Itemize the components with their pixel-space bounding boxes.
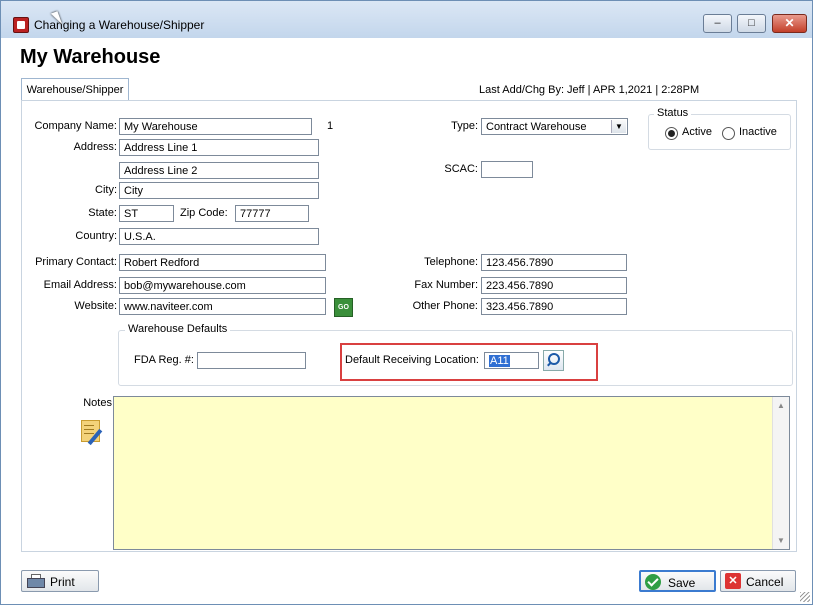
website-field[interactable]: www.naviteer.com <box>119 298 326 315</box>
other-phone-field[interactable]: 323.456.7890 <box>481 298 627 315</box>
notes-textarea[interactable]: ▲ ▼ <box>113 396 790 550</box>
status-group-title: Status <box>654 107 692 119</box>
resize-grip-icon[interactable] <box>800 592 810 602</box>
notes-paper-line <box>84 429 94 430</box>
state-label: State: <box>88 207 117 219</box>
minimize-icon: – <box>714 17 721 29</box>
chevron-down-icon: ▼ <box>611 120 626 133</box>
close-button[interactable]: ✕ <box>772 14 807 33</box>
print-button[interactable]: Print <box>21 570 99 592</box>
address-line2-field[interactable]: Address Line 2 <box>119 162 319 179</box>
scroll-down-icon[interactable]: ▼ <box>773 536 789 545</box>
company-name-field[interactable]: My Warehouse <box>119 118 312 135</box>
page-title: My Warehouse <box>20 46 161 68</box>
other-phone-label: Other Phone: <box>412 300 478 312</box>
website-label: Website: <box>74 300 117 312</box>
title-bar[interactable]: Changing a Warehouse/Shipper – □ ✕ <box>1 1 812 38</box>
telephone-field[interactable]: 123.456.7890 <box>481 254 627 271</box>
checkmark-icon <box>645 574 661 590</box>
city-field[interactable]: City <box>119 182 319 199</box>
scac-field[interactable] <box>481 161 533 178</box>
fda-reg-field[interactable] <box>197 352 306 369</box>
notes-scrollbar[interactable]: ▲ ▼ <box>772 397 789 549</box>
email-field[interactable]: bob@mywarehouse.com <box>119 277 326 294</box>
type-label: Type: <box>451 120 478 132</box>
maximize-button[interactable]: □ <box>737 14 766 33</box>
type-select-value: Contract Warehouse <box>486 121 587 133</box>
cancel-button[interactable]: ✕ Cancel <box>720 570 796 592</box>
country-field[interactable]: U.S.A. <box>119 228 319 245</box>
address-label: Address: <box>73 141 117 153</box>
zip-field[interactable]: 77777 <box>235 205 309 222</box>
company-name-label: Company Name: <box>34 120 117 132</box>
notes-paper-line <box>84 433 94 434</box>
notes-paper-line <box>84 425 94 426</box>
cancel-button-label: Cancel <box>746 575 784 589</box>
go-website-button[interactable]: GO <box>334 298 353 317</box>
save-button[interactable]: Save <box>639 570 716 592</box>
scac-label: SCAC: <box>444 163 478 175</box>
city-label: City: <box>95 184 117 196</box>
state-field[interactable]: ST <box>119 205 174 222</box>
app-icon <box>13 17 29 33</box>
last-change-info: Last Add/Chg By: Jeff | APR 1,2021 | 2:2… <box>479 84 700 96</box>
cancel-x-icon: ✕ <box>725 573 741 589</box>
zip-label: Zip Code: <box>180 207 228 219</box>
print-button-label: Print <box>50 575 75 589</box>
primary-contact-field[interactable]: Robert Redford <box>119 254 326 271</box>
maximize-icon: □ <box>748 17 755 29</box>
country-label: Country: <box>75 230 117 242</box>
email-label: Email Address: <box>43 279 117 291</box>
status-inactive-radio[interactable] <box>722 127 735 140</box>
status-inactive-label: Inactive <box>739 126 777 138</box>
highlight-annotation <box>340 343 598 381</box>
status-active-label: Active <box>682 126 712 138</box>
telephone-label: Telephone: <box>424 256 478 268</box>
warehouse-defaults-title: Warehouse Defaults <box>125 323 231 335</box>
close-icon: ✕ <box>784 16 795 30</box>
address-line1-field[interactable]: Address Line 1 <box>119 139 319 156</box>
printer-icon <box>27 574 45 588</box>
fax-field[interactable]: 223.456.7890 <box>481 277 627 294</box>
fax-label: Fax Number: <box>414 279 478 291</box>
scroll-up-icon[interactable]: ▲ <box>773 401 789 410</box>
notes-edit-icon[interactable] <box>81 420 105 446</box>
status-active-radio[interactable] <box>665 127 678 140</box>
minimize-button[interactable]: – <box>703 14 732 33</box>
company-count: 1 <box>327 120 334 132</box>
save-button-label: Save <box>668 576 696 590</box>
notes-label: Notes: <box>83 397 115 409</box>
tab-warehouse-shipper[interactable]: Warehouse/Shipper <box>21 78 129 101</box>
status-group: Status Active Inactive <box>648 107 791 150</box>
type-select[interactable]: Contract Warehouse ▼ <box>481 118 628 135</box>
dialog-window: Changing a Warehouse/Shipper – □ ✕ My Wa… <box>0 0 813 605</box>
fda-reg-label: FDA Reg. #: <box>134 354 194 366</box>
primary-contact-label: Primary Contact: <box>35 256 117 268</box>
dialog-client-area: My Warehouse Warehouse/Shipper Last Add/… <box>9 38 805 599</box>
